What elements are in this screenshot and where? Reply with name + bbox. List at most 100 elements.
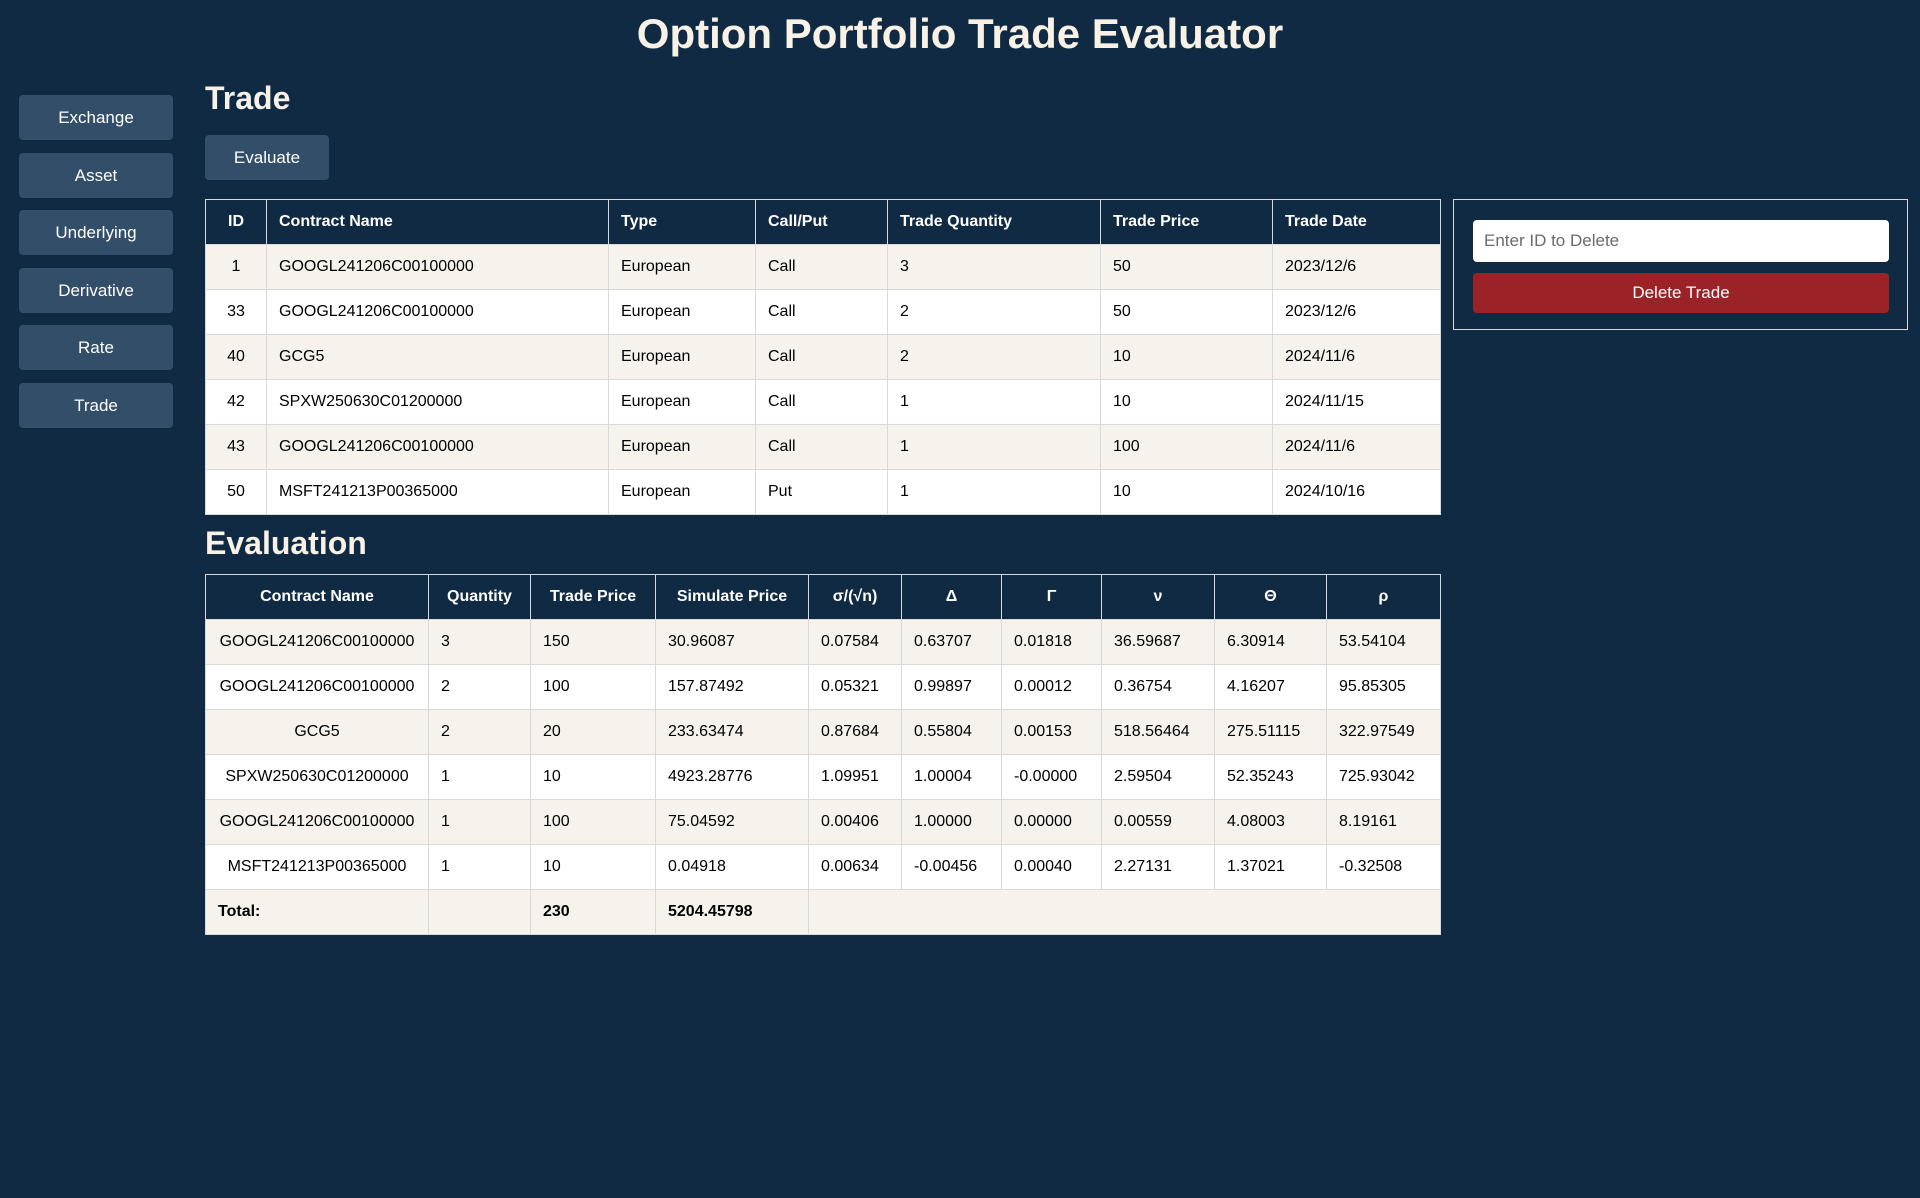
total-simulate-price: 5204.45798 (655, 889, 809, 935)
trade-price-cell: 20 (530, 709, 656, 755)
contract-name-cell: GOOGL241206C00100000 (205, 619, 429, 665)
trade-id-cell: 40 (205, 334, 267, 380)
evaluation-table-row: SPXW250630C01200000 1 10 4923.28776 1.09951 1… (205, 754, 1441, 800)
std-error-cell: 0.07584 (808, 619, 902, 665)
trade-price-cell: 10 (1100, 379, 1273, 425)
delta-cell: 0.55804 (901, 709, 1002, 755)
trade-price-cell: 10 (1100, 469, 1273, 515)
evaluation-table-header: Contract Name Quantity Trade Price Simul… (205, 574, 1441, 620)
type-cell: European (608, 469, 756, 515)
rho-cell: 53.54104 (1326, 619, 1441, 665)
total-quantity (428, 889, 531, 935)
quantity-cell: 3 (428, 619, 531, 665)
trade-col-trade-date: Trade Date (1272, 199, 1441, 245)
eval-col-theta: Θ (1214, 574, 1327, 620)
sidebar-item-rate[interactable]: Rate (19, 325, 173, 370)
trade-table-header: ID Contract Name Type Call/Put Trade Qua… (205, 199, 1441, 245)
eval-col-contract-name: Contract Name (205, 574, 429, 620)
quantity-cell: 1 (428, 754, 531, 800)
trade-table-row: 42 SPXW250630C01200000 European Call 1 10 2024… (205, 379, 1441, 425)
sidebar: Exchange Asset Underlying Derivative Rat… (19, 95, 173, 440)
call-put-cell: Call (755, 289, 888, 335)
simulate-price-cell: 157.87492 (655, 664, 809, 710)
total-label: Total: (205, 889, 429, 935)
delta-cell: 1.00004 (901, 754, 1002, 800)
simulate-price-cell: 0.04918 (655, 844, 809, 890)
sidebar-item-trade[interactable]: Trade (19, 382, 173, 428)
rho-cell: -0.32508 (1326, 844, 1441, 890)
sidebar-item-derivative[interactable]: Derivative (19, 267, 173, 313)
gamma-cell: 0.01818 (1001, 619, 1102, 665)
total-trade-price: 230 (530, 889, 656, 935)
sidebar-item-exchange[interactable]: Exchange (19, 95, 173, 140)
quantity-cell: 1 (428, 799, 531, 845)
contract-name-cell: MSFT241213P00365000 (266, 469, 609, 515)
trade-date-cell: 2024/10/16 (1272, 469, 1441, 515)
contract-name-cell: GCG5 (266, 334, 609, 380)
gamma-cell: 0.00000 (1001, 799, 1102, 845)
gamma-cell: 0.00153 (1001, 709, 1102, 755)
sidebar-item-underlying[interactable]: Underlying (19, 210, 173, 255)
evaluate-button[interactable]: Evaluate (205, 135, 329, 180)
trade-col-call-put: Call/Put (755, 199, 888, 245)
eval-col-simulate-price: Simulate Price (655, 574, 809, 620)
contract-name-cell: GCG5 (205, 709, 429, 755)
contract-name-cell: SPXW250630C01200000 (205, 754, 429, 800)
trade-price-cell: 50 (1100, 289, 1273, 335)
delete-trade-button[interactable]: Delete Trade (1473, 273, 1889, 313)
trade-date-cell: 2023/12/6 (1272, 289, 1441, 335)
trade-quantity-cell: 2 (887, 289, 1101, 335)
evaluation-table-row: GOOGL241206C00100000 2 100 157.87492 0.05321… (205, 664, 1441, 710)
eval-col-gamma: Γ (1001, 574, 1102, 620)
theta-cell: 6.30914 (1214, 619, 1327, 665)
contract-name-cell: GOOGL241206C00100000 (205, 799, 429, 845)
evaluation-table-row: GOOGL241206C00100000 3 150 30.96087 0.07584 0… (205, 619, 1441, 665)
vega-cell: 0.36754 (1101, 664, 1215, 710)
delta-cell: -0.00456 (901, 844, 1002, 890)
sidebar-item-asset[interactable]: Asset (19, 152, 173, 198)
delta-cell: 0.99897 (901, 664, 1002, 710)
contract-name-cell: GOOGL241206C00100000 (266, 424, 609, 470)
trade-price-cell: 100 (530, 799, 656, 845)
eval-col-vega: ν (1101, 574, 1215, 620)
trade-id-cell: 1 (205, 244, 267, 290)
theta-cell: 275.51115 (1214, 709, 1327, 755)
trade-price-cell: 10 (530, 754, 656, 800)
quantity-cell: 2 (428, 664, 531, 710)
trade-col-trade-price: Trade Price (1100, 199, 1273, 245)
trade-table-row: 1 GOOGL241206C00100000 European Call 3 50 2023… (205, 244, 1441, 290)
eval-col-quantity: Quantity (428, 574, 531, 620)
contract-name-cell: GOOGL241206C00100000 (266, 244, 609, 290)
type-cell: European (608, 244, 756, 290)
evaluation-section-title: Evaluation (205, 525, 367, 561)
trade-quantity-cell: 3 (887, 244, 1101, 290)
type-cell: European (608, 289, 756, 335)
trade-id-cell: 50 (205, 469, 267, 515)
trade-price-cell: 10 (1100, 334, 1273, 380)
evaluation-table-row: MSFT241213P00365000 1 10 0.04918 0.00634 -0.0… (205, 844, 1441, 890)
trade-col-type: Type (608, 199, 756, 245)
gamma-cell: 0.00012 (1001, 664, 1102, 710)
simulate-price-cell: 233.63474 (655, 709, 809, 755)
trade-id-cell: 43 (205, 424, 267, 470)
page-title: Option Portfolio Trade Evaluator (636, 10, 1284, 57)
trade-price-cell: 100 (1100, 424, 1273, 470)
trade-price-cell: 100 (530, 664, 656, 710)
eval-col-rho: ρ (1326, 574, 1441, 620)
call-put-cell: Call (755, 424, 888, 470)
delete-id-input[interactable] (1473, 220, 1889, 262)
trade-table-row: 50 MSFT241213P00365000 European Put 1 10 2024/… (205, 469, 1441, 515)
type-cell: European (608, 379, 756, 425)
rho-cell: 95.85305 (1326, 664, 1441, 710)
trade-table: ID Contract Name Type Call/Put Trade Qua… (205, 199, 1441, 515)
trade-price-cell: 150 (530, 619, 656, 665)
delete-trade-panel: Delete Trade (1453, 199, 1908, 330)
std-error-cell: 0.00406 (808, 799, 902, 845)
gamma-cell: -0.00000 (1001, 754, 1102, 800)
trade-table-row: 43 GOOGL241206C00100000 European Call 1 100 20… (205, 424, 1441, 470)
simulate-price-cell: 30.96087 (655, 619, 809, 665)
trade-date-cell: 2023/12/6 (1272, 244, 1441, 290)
eval-col-std-error: σ/(√n) (808, 574, 902, 620)
call-put-cell: Call (755, 379, 888, 425)
trade-date-cell: 2024/11/15 (1272, 379, 1441, 425)
